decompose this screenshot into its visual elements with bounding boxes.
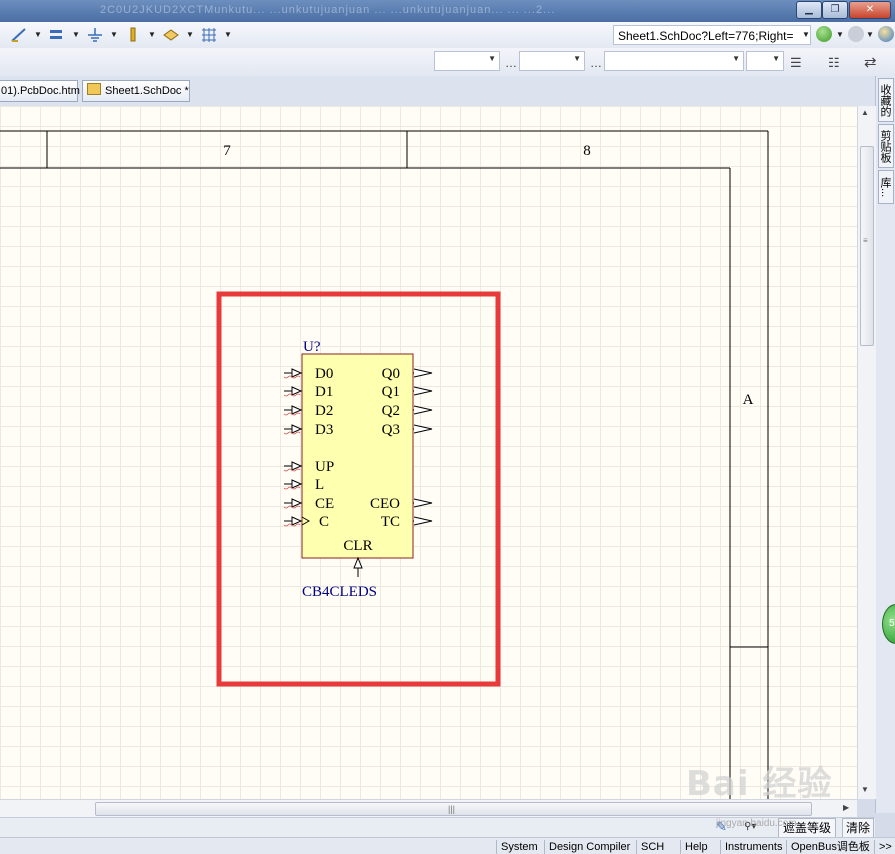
grid-icon[interactable] — [200, 26, 218, 44]
bus-icon[interactable] — [48, 26, 66, 44]
pin-label: TC — [381, 514, 400, 530]
distribute-icon[interactable]: ☷ — [828, 55, 840, 71]
tab-label: 01).PcbDoc.htm — [1, 85, 80, 97]
pin-label: C — [319, 514, 329, 530]
schematic-doc-icon — [87, 83, 101, 95]
pin-label: CLR — [343, 538, 372, 554]
tab-favorites[interactable]: 收藏的 — [878, 78, 894, 122]
tab-libraries[interactable]: 库... — [878, 170, 894, 204]
scroll-up-arrow-icon[interactable]: ▲ — [861, 108, 869, 117]
select-combo-2[interactable]: ▼ — [519, 51, 585, 71]
schematic-canvas[interactable]: 7 8 A U? CB4CLEDS D0 D1 D2 D3 UP L CE C … — [0, 106, 857, 799]
component-designator: U? — [303, 339, 321, 355]
ground-icon[interactable] — [86, 26, 104, 44]
window-title-text: 2C0U2JKUD2XCTMunkutu... ...unkutujuanjua… — [100, 4, 556, 16]
status-openbus-palette[interactable]: OpenBus调色板 — [786, 840, 874, 854]
baidu-watermark: Bai 经验 — [686, 764, 833, 804]
tab-sheet1-schdoc[interactable]: Sheet1.SchDoc * — [82, 80, 190, 102]
select-combo-3[interactable]: ▼ — [604, 51, 744, 71]
close-button[interactable]: ✕ — [849, 1, 891, 19]
scroll-right-arrow-icon[interactable]: ▶ — [843, 803, 849, 812]
forward-arrow-icon[interactable] — [848, 26, 864, 42]
document-tab-strip: 01).PcbDoc.htm Sheet1.SchDoc * — [0, 76, 875, 107]
pin-label: D3 — [315, 422, 333, 438]
pin-label: CE — [315, 496, 334, 512]
swap-icon[interactable]: ⇄ — [864, 53, 877, 71]
pin-label: Q2 — [382, 403, 400, 419]
net-label-icon[interactable] — [162, 26, 180, 44]
side-panel-tabs: 收藏的 剪贴板 库... — [875, 76, 895, 813]
zone-label-column-7: 7 — [223, 143, 231, 159]
tab-pcbdoc-html[interactable]: 01).PcbDoc.htm — [0, 80, 80, 102]
baidu-watermark-url: jingyan.baidu.com — [716, 818, 797, 829]
status-sch[interactable]: SCH — [636, 840, 668, 854]
chevron-down-icon[interactable]: ▼ — [836, 28, 844, 42]
chevron-down-icon[interactable]: ▼ — [186, 28, 194, 42]
pin-label: Q3 — [382, 422, 400, 438]
schematic-sheet: 7 8 A U? CB4CLEDS D0 D1 D2 D3 UP L CE C … — [0, 130, 769, 799]
home-icon[interactable] — [878, 26, 894, 42]
document-address-field[interactable]: Sheet1.SchDoc?Left=776;Right= — [613, 25, 811, 45]
pin-label: D2 — [315, 403, 333, 419]
chevron-down-icon[interactable]: ▼ — [72, 28, 80, 42]
pin-label: Q1 — [382, 384, 400, 400]
tab-label: Sheet1.SchDoc * — [105, 85, 189, 97]
window-title-bar: 2C0U2JKUD2XCTMunkutu... ...unkutujuanjua… — [0, 0, 895, 22]
minimize-button[interactable]: ▁ — [796, 1, 822, 19]
port-icon[interactable] — [124, 26, 142, 44]
back-arrow-icon[interactable] — [816, 26, 832, 42]
status-more[interactable]: >> — [874, 840, 895, 854]
wire-icon[interactable] — [10, 26, 28, 44]
chevron-down-icon[interactable]: ▼ — [802, 28, 810, 42]
separator-dots: … — [505, 56, 517, 70]
chevron-down-icon[interactable]: ▼ — [34, 28, 42, 42]
zone-label-row-a: A — [743, 392, 754, 408]
vertical-scrollbar[interactable]: ▲ ≡ ▼ — [857, 106, 876, 799]
filter-toolbar: ▼ … ▼ … ▼ ▼ ☰ ☷ ⇄ — [0, 48, 895, 77]
pin-label: D0 — [315, 366, 333, 382]
pin-label: CEO — [370, 496, 400, 512]
restore-button[interactable]: ❐ — [822, 1, 848, 19]
component-cb4cleds[interactable]: U? CB4CLEDS D0 D1 D2 D3 UP L CE C Q0 Q1 … — [283, 339, 433, 600]
scroll-down-arrow-icon[interactable]: ▼ — [861, 785, 869, 794]
chevron-down-icon[interactable]: ▼ — [148, 28, 156, 42]
pin-label: Q0 — [382, 366, 400, 382]
select-combo-4[interactable]: ▼ — [746, 51, 784, 71]
status-bar: System Design Compiler SCH Help Instrume… — [0, 837, 895, 854]
separator-dots: … — [590, 56, 602, 70]
component-comment: CB4CLEDS — [302, 584, 377, 600]
status-design-compiler[interactable]: Design Compiler — [544, 840, 634, 854]
vertical-scroll-thumb[interactable]: ≡ — [860, 146, 874, 346]
tab-clipboard[interactable]: 剪贴板 — [878, 124, 894, 168]
clear-button[interactable]: 清除 — [842, 818, 875, 838]
pin-label: UP — [315, 459, 334, 475]
pin-label: D1 — [315, 384, 333, 400]
align-icon[interactable]: ☰ — [790, 55, 802, 71]
select-combo-1[interactable]: ▼ — [434, 51, 500, 71]
pin-label: L — [315, 477, 324, 493]
chevron-down-icon[interactable]: ▼ — [110, 28, 118, 42]
chevron-down-icon[interactable]: ▼ — [224, 28, 232, 42]
status-help[interactable]: Help — [680, 840, 712, 854]
status-instruments[interactable]: Instruments — [720, 840, 786, 854]
wiring-toolbar: ▼ ▼ ▼ ▼ ▼ ▼ Sheet1.SchDoc?Left=776;Right… — [0, 22, 895, 49]
status-system[interactable]: System — [496, 840, 542, 854]
zone-label-column-8: 8 — [583, 143, 591, 159]
chevron-down-icon[interactable]: ▼ — [866, 28, 874, 42]
